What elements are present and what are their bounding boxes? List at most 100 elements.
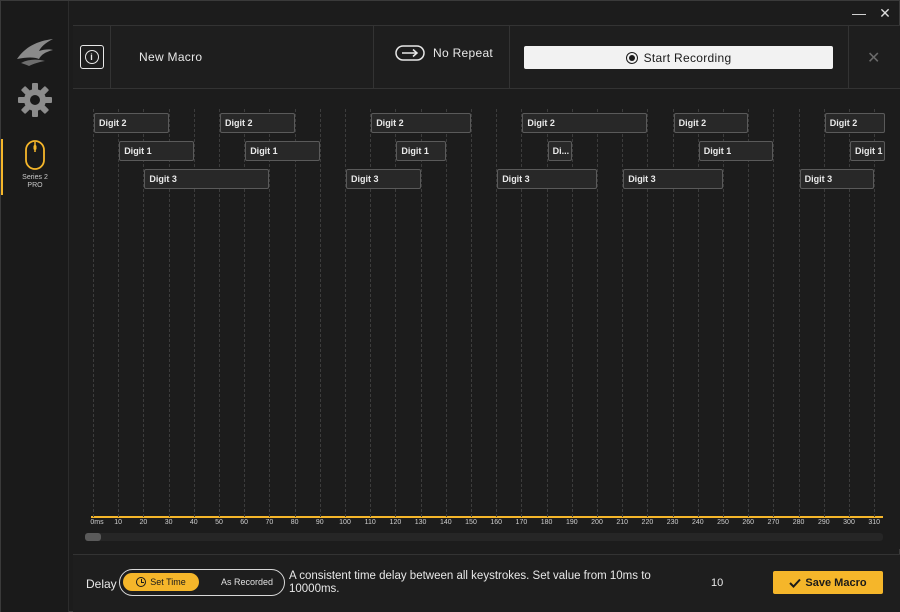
sidebar: Series 2 PRO (1, 1, 69, 612)
save-label: Save Macro (805, 576, 867, 589)
timeline-tick-label: 150 (465, 519, 477, 526)
timeline-tick-label: 190 (565, 519, 578, 526)
macro-name[interactable]: New Macro (139, 50, 202, 64)
minimize-button[interactable]: — (851, 5, 867, 21)
delay-footer: Delay Set Time As Recorded A consistent … (73, 554, 900, 612)
timeline-tick-label: 90 (315, 519, 324, 526)
timeline-tick-label: 250 (717, 519, 729, 526)
delay-value-input[interactable] (707, 572, 757, 594)
timeline-tick-label: 240 (691, 519, 704, 526)
macro-editor-window: — ✕ Series 2 PRO i New Macro No Repeat S… (0, 0, 900, 612)
record-icon (625, 51, 638, 64)
timeline-gridline (420, 109, 422, 517)
macro-header: i New Macro No Repeat Start Recording ✕ (73, 25, 900, 89)
info-icon: i (84, 50, 99, 64)
timeline-gridline (597, 109, 598, 517)
timeline-tick-label: 260 (742, 519, 755, 526)
key-event-bar[interactable]: Digit 1 (698, 141, 774, 161)
save-macro-button[interactable]: Save Macro (773, 571, 883, 594)
device-label: Series 2 PRO (22, 174, 48, 189)
timeline-scrollbar[interactable] (85, 533, 883, 541)
timeline-tick-label: 20 (139, 519, 148, 526)
timeline-tick-label: 70 (265, 519, 274, 526)
record-label: Start Recording (643, 50, 732, 65)
brand-wing-icon[interactable] (15, 37, 55, 67)
delay-label: Delay (86, 577, 117, 591)
timeline-gridline (748, 109, 750, 517)
set-time-option[interactable]: Set Time (123, 573, 199, 591)
timeline-tick-label: 210 (616, 519, 629, 526)
timeline-tick-label: 180 (540, 519, 553, 526)
mouse-icon (25, 140, 45, 170)
start-recording-button[interactable]: Start Recording (524, 46, 833, 69)
divider (509, 26, 510, 88)
timeline-tick-label: 10 (114, 519, 123, 526)
as-recorded-label: As Recorded (220, 577, 274, 587)
timeline-gridline (93, 109, 94, 517)
timeline-tick-label: 40 (189, 519, 198, 526)
timeline-gridline (471, 109, 472, 517)
device-series2-pro[interactable]: Series 2 PRO (5, 139, 65, 201)
timeline-tick-label: 100 (339, 519, 351, 526)
key-event-bar[interactable]: Digit 2 (371, 113, 471, 133)
timeline-tick-label: 300 (843, 519, 855, 526)
arrow-right-icon (395, 45, 425, 61)
scrollbar-thumb[interactable] (85, 533, 101, 541)
divider (848, 26, 849, 88)
timeline-gridline (118, 109, 120, 517)
timeline-tick-label: 220 (641, 519, 654, 526)
macro-timeline[interactable]: 0ms 10 20 30 40 50 60 70 80 90 100 110 120 130 140 150 1… (73, 89, 900, 549)
timeline-tick-label: 60 (240, 519, 249, 526)
window-controls: — ✕ (851, 5, 893, 21)
timeline-tick-label: 80 (290, 519, 299, 526)
close-macro-button[interactable]: ✕ (867, 48, 880, 68)
timeline-gridline (874, 109, 876, 517)
divider (373, 26, 374, 88)
timeline-tick-label: 50 (215, 519, 223, 526)
info-button[interactable]: i (79, 45, 104, 69)
timeline-gridline (269, 109, 271, 517)
key-event-bar[interactable]: Digit 1 (245, 141, 320, 161)
timeline-tick-label: 230 (666, 519, 679, 526)
key-event-bar[interactable]: Digit 3 (144, 169, 270, 189)
key-event-bar[interactable]: Digit 2 (94, 113, 169, 133)
gear-icon[interactable] (16, 81, 54, 119)
key-event-bar[interactable]: Digit 3 (497, 169, 597, 189)
as-recorded-option[interactable]: As Recorded (212, 573, 282, 591)
timeline-tick-label: 130 (414, 519, 427, 526)
timeline-tick-label: 30 (164, 519, 173, 526)
checkmark-icon (789, 578, 802, 588)
key-event-bar[interactable]: Di... (547, 141, 572, 161)
timeline-gridline (723, 109, 724, 517)
key-event-bar[interactable]: Digit 3 (346, 169, 421, 189)
timeline-tick-label: 200 (591, 519, 603, 526)
timeline-tick-label: 170 (515, 519, 528, 526)
key-event-bar[interactable]: Digit 2 (824, 113, 885, 133)
key-event-bar[interactable]: Digit 1 (119, 141, 194, 161)
key-event-bar[interactable]: Digit 3 (799, 169, 875, 189)
close-window-button[interactable]: ✕ (877, 5, 893, 21)
key-event-bar[interactable]: Digit 1 (850, 141, 885, 161)
delay-description: A consistent time delay between all keys… (289, 570, 651, 595)
key-event-bar[interactable]: Digit 2 (522, 113, 648, 133)
timeline-tick-label: 110 (364, 519, 376, 526)
delay-mode-toggle: Set Time As Recorded (119, 569, 285, 596)
key-event-bar[interactable]: Digit 2 (673, 113, 749, 133)
timeline-tick-label: 310 (868, 519, 881, 526)
timeline-tick-label: 140 (439, 519, 452, 526)
timeline-tick-label: 120 (389, 519, 402, 526)
repeat-label: No Repeat (433, 46, 494, 60)
timeline-tick-label: 160 (490, 519, 503, 526)
key-event-bar[interactable]: Digit 2 (220, 113, 295, 133)
timeline-tick-label: 270 (767, 519, 780, 526)
repeat-toggle[interactable]: No Repeat (395, 44, 493, 62)
set-time-label: Set Time (150, 577, 186, 587)
timeline-tick-label: 280 (792, 519, 805, 526)
key-event-bar[interactable]: Digit 3 (623, 169, 723, 189)
timeline-tick-label: 290 (817, 519, 830, 526)
info-cell: i (73, 26, 111, 88)
timeline-axis (91, 516, 883, 518)
active-device-indicator (1, 139, 3, 195)
timeline-gridline (445, 109, 447, 517)
key-event-bar[interactable]: Digit 1 (396, 141, 446, 161)
